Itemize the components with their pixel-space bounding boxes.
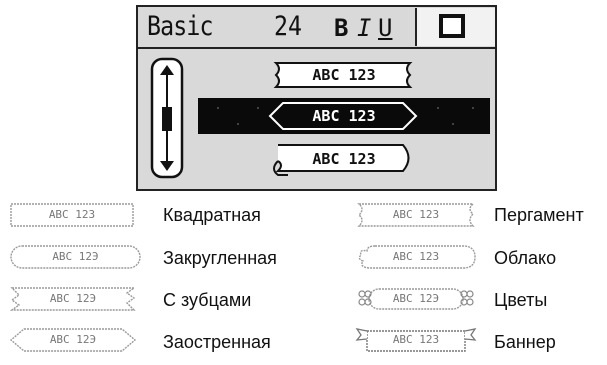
font-name[interactable]: Basic [147, 12, 213, 42]
frame-label: Цветы [494, 290, 548, 310]
lcd-screen: Basic 24 B I U ABC 123 ABC 123 ABC 123 [136, 5, 497, 191]
legend-flowers: ABC 12Э [353, 285, 479, 313]
scroll-thumb [162, 107, 172, 131]
frame-tab[interactable] [415, 8, 495, 46]
legend-pointed: ABC 12Э [8, 326, 138, 354]
square-frame-icon [439, 14, 465, 38]
legend-rounded: ABC 12Э [8, 243, 143, 271]
underline-style[interactable]: U [378, 14, 392, 42]
list-item-text: ABC 123 [312, 150, 376, 168]
frame-label: Заостренная [163, 332, 271, 352]
legend-square: ABC 123 [8, 201, 136, 229]
frame-list: ABC 123 ABC 123 ABC 123 [138, 49, 495, 189]
italic-style[interactable]: I [357, 14, 371, 42]
frame-option-parchment[interactable]: ABC 123 [198, 57, 490, 93]
legend-cloud: ABC 123 [353, 243, 479, 271]
frame-sample-text: ABC 123 [392, 208, 440, 221]
frame-label: Квадратная [163, 205, 261, 225]
frame-label: Облако [494, 248, 557, 268]
lcd-header: Basic 24 B I U [138, 7, 495, 47]
frame-label: Закругленная [163, 248, 277, 268]
frame-label: Баннер [494, 332, 556, 352]
frame-sample-text: ABC 12Э [49, 333, 97, 346]
legend-parchment: ABC 123 [353, 201, 479, 229]
frame-sample-text: ABC 12Э [49, 292, 97, 305]
legend-banner: ABC 123 [353, 326, 479, 354]
frame-sample-text: ABC 12Э [52, 250, 99, 263]
frame-sample-text: ABC 123 [392, 250, 440, 263]
frame-option-pointed[interactable]: ABC 123 [198, 98, 490, 134]
frame-label: С зубцами [163, 290, 252, 310]
scrollbar[interactable] [150, 57, 184, 179]
bold-style[interactable]: B [334, 14, 348, 42]
frame-sample-text: ABC 123 [392, 333, 440, 346]
frame-sample-text: ABC 123 [48, 208, 96, 221]
font-size[interactable]: 24 [274, 12, 302, 42]
list-item-text: ABC 123 [312, 107, 376, 125]
list-item-text: ABC 123 [312, 66, 376, 84]
frame-sample-text: ABC 12Э [392, 292, 440, 305]
frame-option-scroll[interactable]: ABC 123 [198, 141, 490, 177]
legend-zigzag: ABC 12Э [8, 285, 138, 313]
frame-label: Пергамент [494, 205, 584, 225]
